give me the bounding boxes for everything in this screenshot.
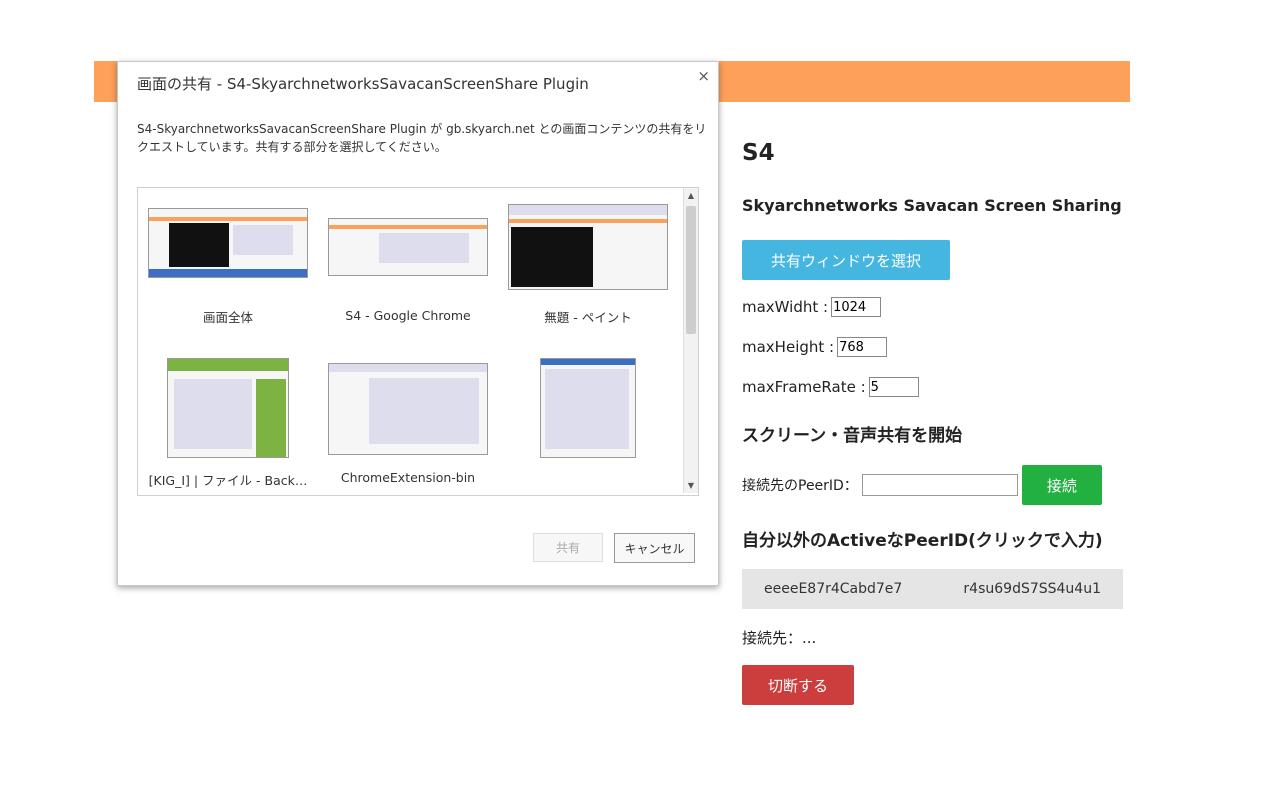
active-peers-title: 自分以外のActiveなPeerID(クリックで入力): [742, 531, 1103, 551]
max-width-row: maxWidht :: [742, 297, 882, 317]
source-label: ChromeExtension-bin: [340, 470, 476, 485]
max-width-input[interactable]: [831, 297, 882, 317]
screen-thumbnail: [148, 208, 308, 278]
peer-id-input[interactable]: [861, 474, 1018, 496]
max-height-label: maxHeight :: [742, 338, 835, 356]
paint-thumbnail: [508, 204, 668, 290]
select-window-button[interactable]: 共有ウィンドウを選択: [742, 240, 950, 280]
close-icon[interactable]: ×: [697, 67, 710, 85]
page-subtitle: Skyarchnetworks Savacan Screen Sharing: [742, 196, 1122, 215]
start-sharing-title: スクリーン・音声共有を開始: [742, 426, 963, 446]
max-width-label: maxWidht :: [742, 298, 829, 316]
dialog-title: 画面の共有 - S4-SkyarchnetworksSavacanScreenS…: [137, 75, 589, 93]
source-picker: 画面全体 S4 - Google Chrome 無題 - ペイント [KIG_I…: [137, 187, 699, 496]
peer-id-label: 接続先のPeerID：: [742, 478, 858, 494]
max-height-input[interactable]: [837, 337, 888, 357]
max-framerate-label: maxFrameRate :: [742, 378, 866, 396]
disconnect-button[interactable]: 切断する: [742, 665, 854, 705]
max-height-row: maxHeight :: [742, 337, 888, 357]
backlog-thumbnail: [167, 358, 289, 458]
source-label: S4 - Google Chrome: [345, 308, 471, 323]
unnamed-thumbnail: [540, 358, 636, 458]
active-peer-item[interactable]: r4su69dS7SS4u4u1: [963, 581, 1101, 597]
source-tile-chrome-extension[interactable]: ChromeExtension-bin: [319, 363, 497, 485]
picker-scrollbar[interactable]: ▲ ▼: [683, 188, 698, 493]
chrome-thumbnail: [328, 218, 488, 276]
page-title: S4: [742, 140, 775, 166]
source-tile-chrome[interactable]: S4 - Google Chrome: [319, 218, 497, 323]
source-label: 無題 - ペイント: [544, 310, 632, 325]
source-tile-entire-screen[interactable]: 画面全体: [139, 208, 317, 326]
source-tile-backlog[interactable]: [KIG_I] | ファイル - Back…: [139, 358, 317, 489]
source-tile-paint[interactable]: 無題 - ペイント: [499, 204, 677, 326]
active-peer-list: eeeeE87r4Cabd7e7 r4su69dS7SS4u4u1: [742, 569, 1123, 609]
source-tile-unnamed[interactable]: [499, 358, 677, 464]
max-framerate-input[interactable]: [868, 377, 919, 397]
chrome-extension-thumbnail: [328, 363, 488, 455]
source-label: [KIG_I] | ファイル - Back…: [148, 473, 308, 488]
max-framerate-row: maxFrameRate :: [742, 377, 919, 397]
active-peer-item[interactable]: eeeeE87r4Cabd7e7: [764, 581, 902, 597]
source-label: 画面全体: [202, 310, 253, 325]
connect-button[interactable]: 接続: [1021, 465, 1102, 505]
scroll-down-icon[interactable]: ▼: [684, 481, 698, 490]
peer-id-row: 接続先のPeerID： 接続: [742, 465, 1102, 505]
share-button[interactable]: 共有: [533, 533, 603, 562]
scroll-up-icon[interactable]: ▲: [684, 191, 698, 200]
scroll-thumb[interactable]: [686, 206, 696, 334]
dialog-description: S4-SkyarchnetworksSavacanScreenShare Plu…: [137, 122, 707, 154]
connection-status: 接続先：...: [742, 629, 817, 647]
cancel-button[interactable]: キャンセル: [614, 533, 695, 563]
share-screen-dialog: 画面の共有 - S4-SkyarchnetworksSavacanScreenS…: [117, 61, 719, 586]
